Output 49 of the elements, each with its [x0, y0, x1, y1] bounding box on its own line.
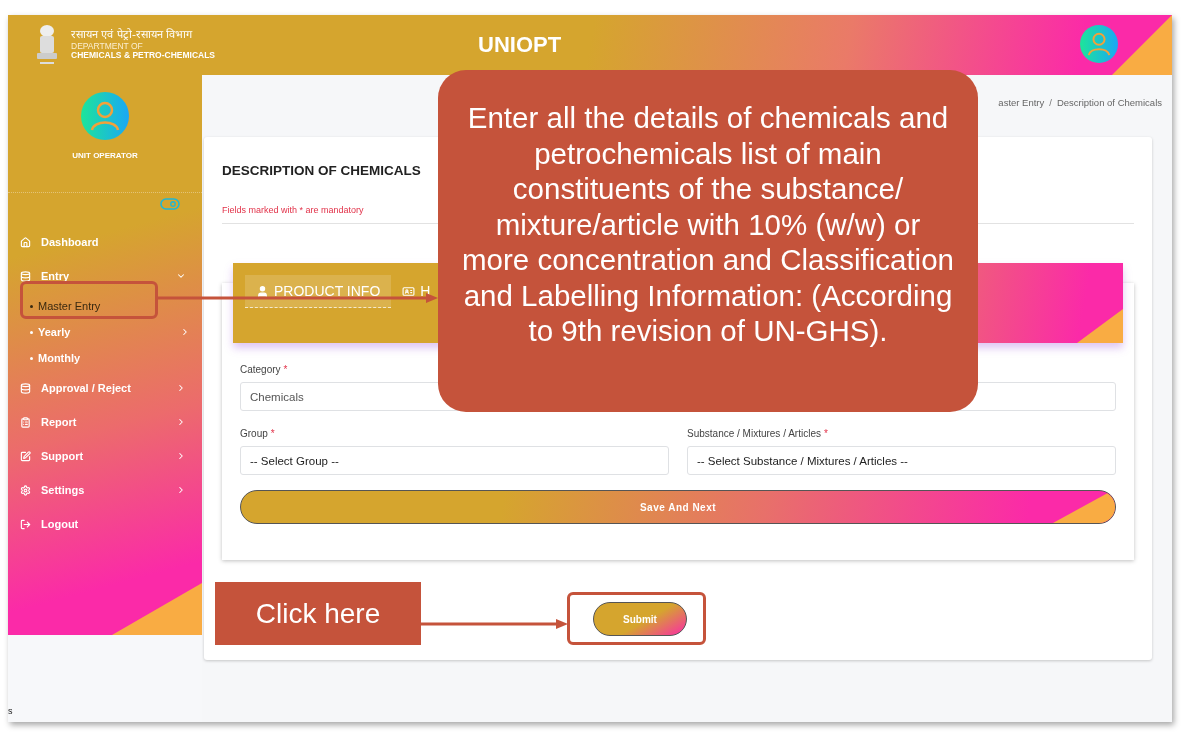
required-mark: * — [823, 427, 828, 439]
select-field[interactable]: -- Select Substance / Mixtures / Articles -- — [687, 446, 1116, 475]
user-role: UNIT OPERATOR — [72, 151, 138, 160]
sidebar-item[interactable]: Dashboard — [8, 225, 202, 259]
breadcrumb-link[interactable]: Description of Chemicals — [1056, 97, 1162, 115]
user-icon — [256, 284, 269, 298]
breadcrumb-link[interactable]: aster Entry — [998, 97, 1045, 115]
submenu-item[interactable]: Yearly — [8, 319, 202, 345]
tab[interactable]: PRODUCT INFO — [245, 275, 392, 308]
app-title: UNIOPT — [478, 32, 562, 58]
edit-icon — [20, 450, 31, 462]
page-title: DESCRIPTION OF CHEMICALS — [222, 163, 422, 178]
department-name: CHEMICALS & PETRO-CHEMICALS — [71, 51, 216, 62]
mandatory-note: Fields marked with * are mandatory — [222, 205, 365, 215]
department-label: DEPARTMENT OF — [71, 41, 144, 52]
instruction-tooltip: Enter all the details of chemicals and petrochemicals list of main constituents of the substance/ mixture/article with 10% (w/w) or more concentration and Classification and Labelling Information: (According to 9th revision of UN-GHS). — [438, 70, 978, 412]
corner-triangle — [1077, 309, 1123, 343]
tab[interactable]: H — [397, 275, 436, 308]
sidebar-item[interactable]: Logout — [8, 507, 202, 541]
field-label: Substance / Mixtures / Articles * — [687, 426, 829, 441]
corner-triangle — [1053, 491, 1115, 523]
sidebar-item[interactable]: Entry — [8, 259, 202, 293]
required-mark: * — [283, 363, 288, 375]
submenu-item[interactable]: Master Entry — [8, 293, 202, 319]
sidebar-item[interactable]: Support — [8, 439, 202, 473]
department-hindi-name: रसायन एवं पेट्रो-रसायन विभाग — [71, 28, 194, 42]
toggle-icon[interactable] — [160, 198, 180, 210]
click-here-tooltip: Click here — [215, 582, 421, 645]
logout-icon — [20, 518, 31, 530]
breadcrumb-separator: / — [1049, 97, 1052, 110]
sidebar-item[interactable]: Approval / Reject — [8, 371, 202, 405]
home-icon — [20, 236, 31, 248]
avatar-icon[interactable] — [1080, 25, 1118, 63]
select-field[interactable]: -- Select Group -- — [240, 446, 669, 475]
avatar-icon — [81, 92, 129, 140]
sidebar-item[interactable]: Report — [8, 405, 202, 439]
id-card-icon — [402, 284, 416, 298]
clipboard-icon — [20, 416, 31, 428]
required-mark: * — [270, 427, 275, 439]
submenu-item[interactable]: Monthly — [8, 345, 202, 371]
sidebar-item[interactable]: Settings — [8, 473, 202, 507]
database-icon — [20, 270, 31, 282]
database-icon — [20, 382, 31, 394]
settings-icon — [20, 484, 31, 496]
corner-triangle — [1112, 15, 1172, 75]
save-and-next-button[interactable]: Save And Next — [240, 490, 1116, 524]
footer-text: s — [8, 706, 13, 716]
submit-button[interactable]: Submit — [593, 602, 687, 636]
field-label: Group * — [240, 426, 276, 441]
